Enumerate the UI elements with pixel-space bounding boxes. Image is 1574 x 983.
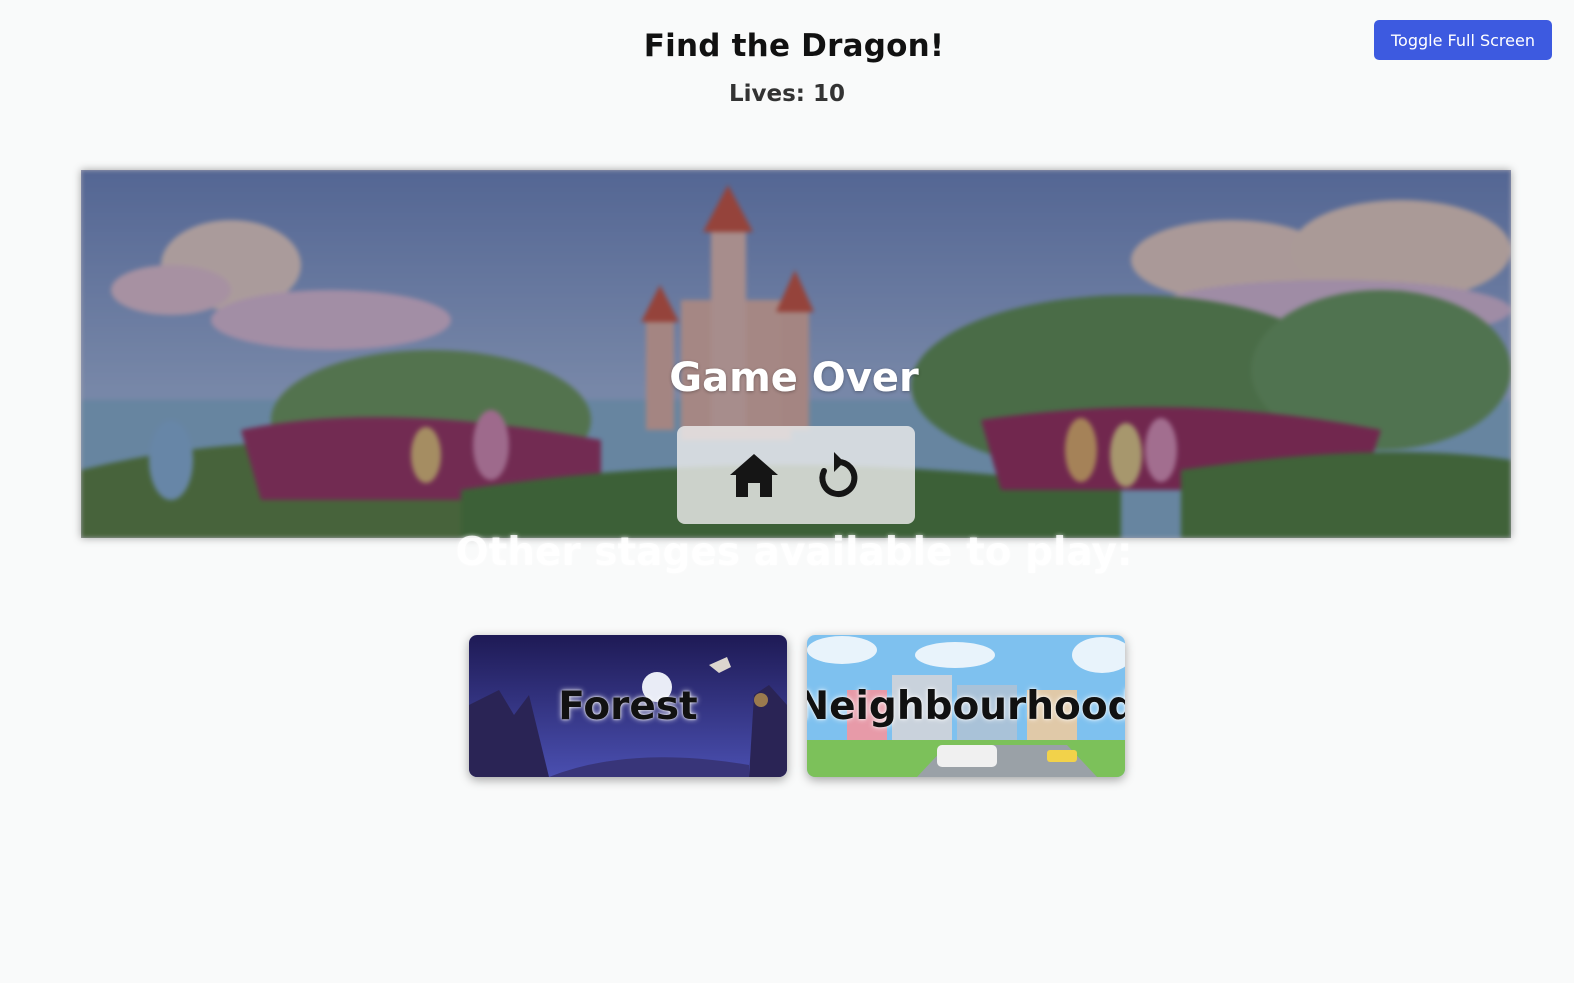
stage-card-label: Neighbourhood	[807, 683, 1125, 729]
other-stages-heading: Other stages available to play:	[455, 530, 1133, 575]
stage-card-neighbourhood[interactable]: Neighbourhood	[807, 635, 1125, 777]
restart-button[interactable]	[812, 449, 864, 501]
game-over-controls	[677, 426, 915, 524]
page-title: Find the Dragon!	[643, 28, 945, 64]
lives-counter: Lives: 10	[728, 81, 846, 107]
home-icon	[730, 454, 778, 497]
toggle-fullscreen-button[interactable]: Toggle Full Screen	[1374, 20, 1552, 60]
restart-icon	[819, 452, 858, 497]
game-page: Find the Dragon! Lives: 10 Toggle Full S…	[0, 0, 1574, 983]
stage-card-forest[interactable]: Forest	[469, 635, 787, 777]
game-over-text: Game Over	[669, 355, 919, 401]
home-button[interactable]	[728, 449, 780, 501]
stage-card-label: Forest	[558, 683, 698, 729]
